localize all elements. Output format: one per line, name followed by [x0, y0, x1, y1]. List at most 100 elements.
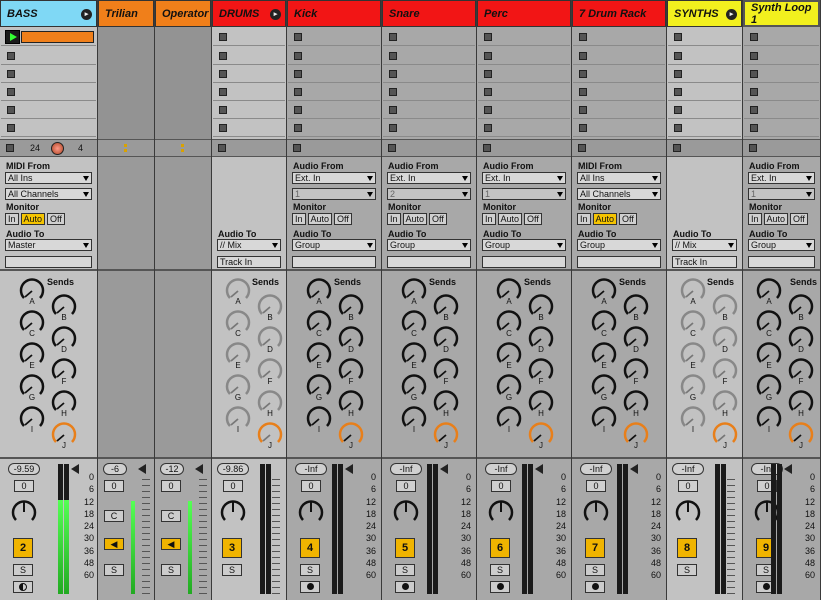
clip-slot[interactable] [573, 83, 665, 101]
clip-slot[interactable] [478, 119, 570, 137]
send-knob-e-icon[interactable]: E [755, 341, 783, 369]
send-knob-g-icon[interactable]: G [224, 373, 252, 401]
track-activator-button[interactable]: 3 [222, 538, 242, 558]
crossfade-button[interactable] [300, 581, 320, 593]
send-knob-f-icon[interactable]: F [256, 357, 284, 385]
send-knob-j-icon[interactable]: J [711, 421, 739, 449]
clip-slot[interactable] [744, 65, 819, 83]
pan-knob-icon[interactable] [392, 498, 420, 526]
audio-to-select[interactable]: Group [577, 239, 661, 251]
stop-all-icon[interactable] [218, 144, 226, 152]
crossfade-button[interactable] [13, 581, 33, 593]
send-knob-c-icon[interactable]: C [18, 309, 46, 337]
monitor-auto-button[interactable]: Auto [402, 213, 428, 225]
fold-icon[interactable]: ▸ [726, 9, 737, 20]
solo-button[interactable]: S [300, 564, 320, 576]
send-knob-e-icon[interactable]: E [679, 341, 707, 369]
monitor-off-button[interactable]: Off [524, 213, 542, 225]
track-header-drums[interactable]: DRUMS ▸ [212, 0, 286, 27]
send-knob-a-icon[interactable]: A [224, 277, 252, 305]
fold-icon[interactable]: ▸ [81, 9, 92, 20]
audio-to-channel-field[interactable] [577, 256, 661, 268]
send-knob-b-icon[interactable]: B [527, 293, 555, 321]
stop-all-icon[interactable] [483, 144, 491, 152]
track-activator-button[interactable]: 2 [13, 538, 33, 558]
solo-button[interactable]: S [13, 564, 33, 576]
send-knob-d-icon[interactable]: D [622, 325, 650, 353]
send-knob-a-icon[interactable]: A [755, 277, 783, 305]
clip-slot[interactable] [213, 119, 285, 137]
send-knob-f-icon[interactable]: F [787, 357, 815, 385]
send-knob-c-icon[interactable]: C [224, 309, 252, 337]
send-knob-f-icon[interactable]: F [337, 357, 365, 385]
record-knob-icon[interactable] [51, 142, 64, 155]
clip-slot[interactable] [573, 47, 665, 65]
pan-field[interactable]: 0 [104, 480, 124, 492]
send-knob-e-icon[interactable]: E [305, 341, 333, 369]
monitor-off-button[interactable]: Off [47, 213, 65, 225]
midi-channel-select[interactable]: All Channels [577, 188, 661, 200]
audio-to-channel-field[interactable] [292, 256, 376, 268]
send-knob-g-icon[interactable]: G [590, 373, 618, 401]
volume-field[interactable]: -9.59 [8, 463, 40, 475]
monitor-in-button[interactable]: In [292, 213, 306, 225]
track-header-drum-rack[interactable]: 7 Drum Rack [572, 0, 666, 27]
crossfade-button[interactable] [395, 581, 415, 593]
monitor-in-button[interactable]: In [482, 213, 496, 225]
crossfade-button[interactable] [490, 581, 510, 593]
send-knob-b-icon[interactable]: B [787, 293, 815, 321]
pan-field[interactable]: 0 [396, 480, 416, 492]
clip-slot[interactable] [213, 65, 285, 83]
input-channel-select[interactable]: 2 [387, 188, 471, 200]
send-knob-g-icon[interactable]: G [679, 373, 707, 401]
audio-input-select[interactable]: Ext. In [482, 172, 566, 184]
volume-field[interactable]: -6 [103, 463, 127, 475]
volume-field[interactable]: -Inf [672, 463, 704, 475]
clip-slot[interactable] [288, 65, 380, 83]
monitor-in-button[interactable]: In [5, 213, 19, 225]
track-header-bass[interactable]: BASS ▸ [0, 0, 97, 27]
send-knob-g-icon[interactable]: G [755, 373, 783, 401]
send-knob-i-icon[interactable]: I [495, 405, 523, 433]
volume-field[interactable]: -Inf [485, 463, 517, 475]
pan-knob-icon[interactable] [674, 498, 702, 526]
stop-all-icon[interactable] [578, 144, 586, 152]
track-header-perc[interactable]: Perc [477, 0, 571, 27]
clip-slot[interactable] [213, 101, 285, 119]
send-knob-j-icon[interactable]: J [787, 421, 815, 449]
send-knob-d-icon[interactable]: D [256, 325, 284, 353]
pan-knob-icon[interactable] [582, 498, 610, 526]
send-knob-h-icon[interactable]: H [711, 389, 739, 417]
audio-to-channel-field[interactable] [5, 256, 92, 268]
midi-channel-select[interactable]: All Channels [5, 188, 92, 200]
clip-slot[interactable] [288, 119, 380, 137]
pan-field[interactable]: 0 [223, 480, 243, 492]
solo-button[interactable]: S [222, 564, 242, 576]
clip-slot[interactable] [213, 28, 285, 46]
send-knob-a-icon[interactable]: A [590, 277, 618, 305]
pan-field[interactable]: 0 [586, 480, 606, 492]
send-knob-f-icon[interactable]: F [432, 357, 460, 385]
clip-slot[interactable] [383, 119, 475, 137]
volume-fader[interactable] [195, 464, 203, 474]
clip-slot[interactable] [668, 119, 741, 137]
send-knob-a-icon[interactable]: A [679, 277, 707, 305]
send-knob-b-icon[interactable]: B [337, 293, 365, 321]
solo-button[interactable]: S [677, 564, 697, 576]
send-knob-b-icon[interactable]: B [622, 293, 650, 321]
clip-slot[interactable] [573, 119, 665, 137]
clip-slot[interactable] [744, 28, 819, 46]
crossfade-c-button[interactable]: C [161, 510, 181, 522]
send-knob-b-icon[interactable]: B [432, 293, 460, 321]
pan-knob-icon[interactable] [219, 498, 247, 526]
send-knob-f-icon[interactable]: F [622, 357, 650, 385]
send-knob-h-icon[interactable]: H [787, 389, 815, 417]
input-channel-select[interactable]: 1 [482, 188, 566, 200]
send-knob-e-icon[interactable]: E [495, 341, 523, 369]
track-header-operator[interactable]: Operator [155, 0, 211, 27]
send-knob-i-icon[interactable]: I [18, 405, 46, 433]
stop-all-icon[interactable] [293, 144, 301, 152]
clip-slot[interactable] [1, 28, 96, 46]
send-knob-a-icon[interactable]: A [18, 277, 46, 305]
clip-slot[interactable] [1, 65, 96, 83]
